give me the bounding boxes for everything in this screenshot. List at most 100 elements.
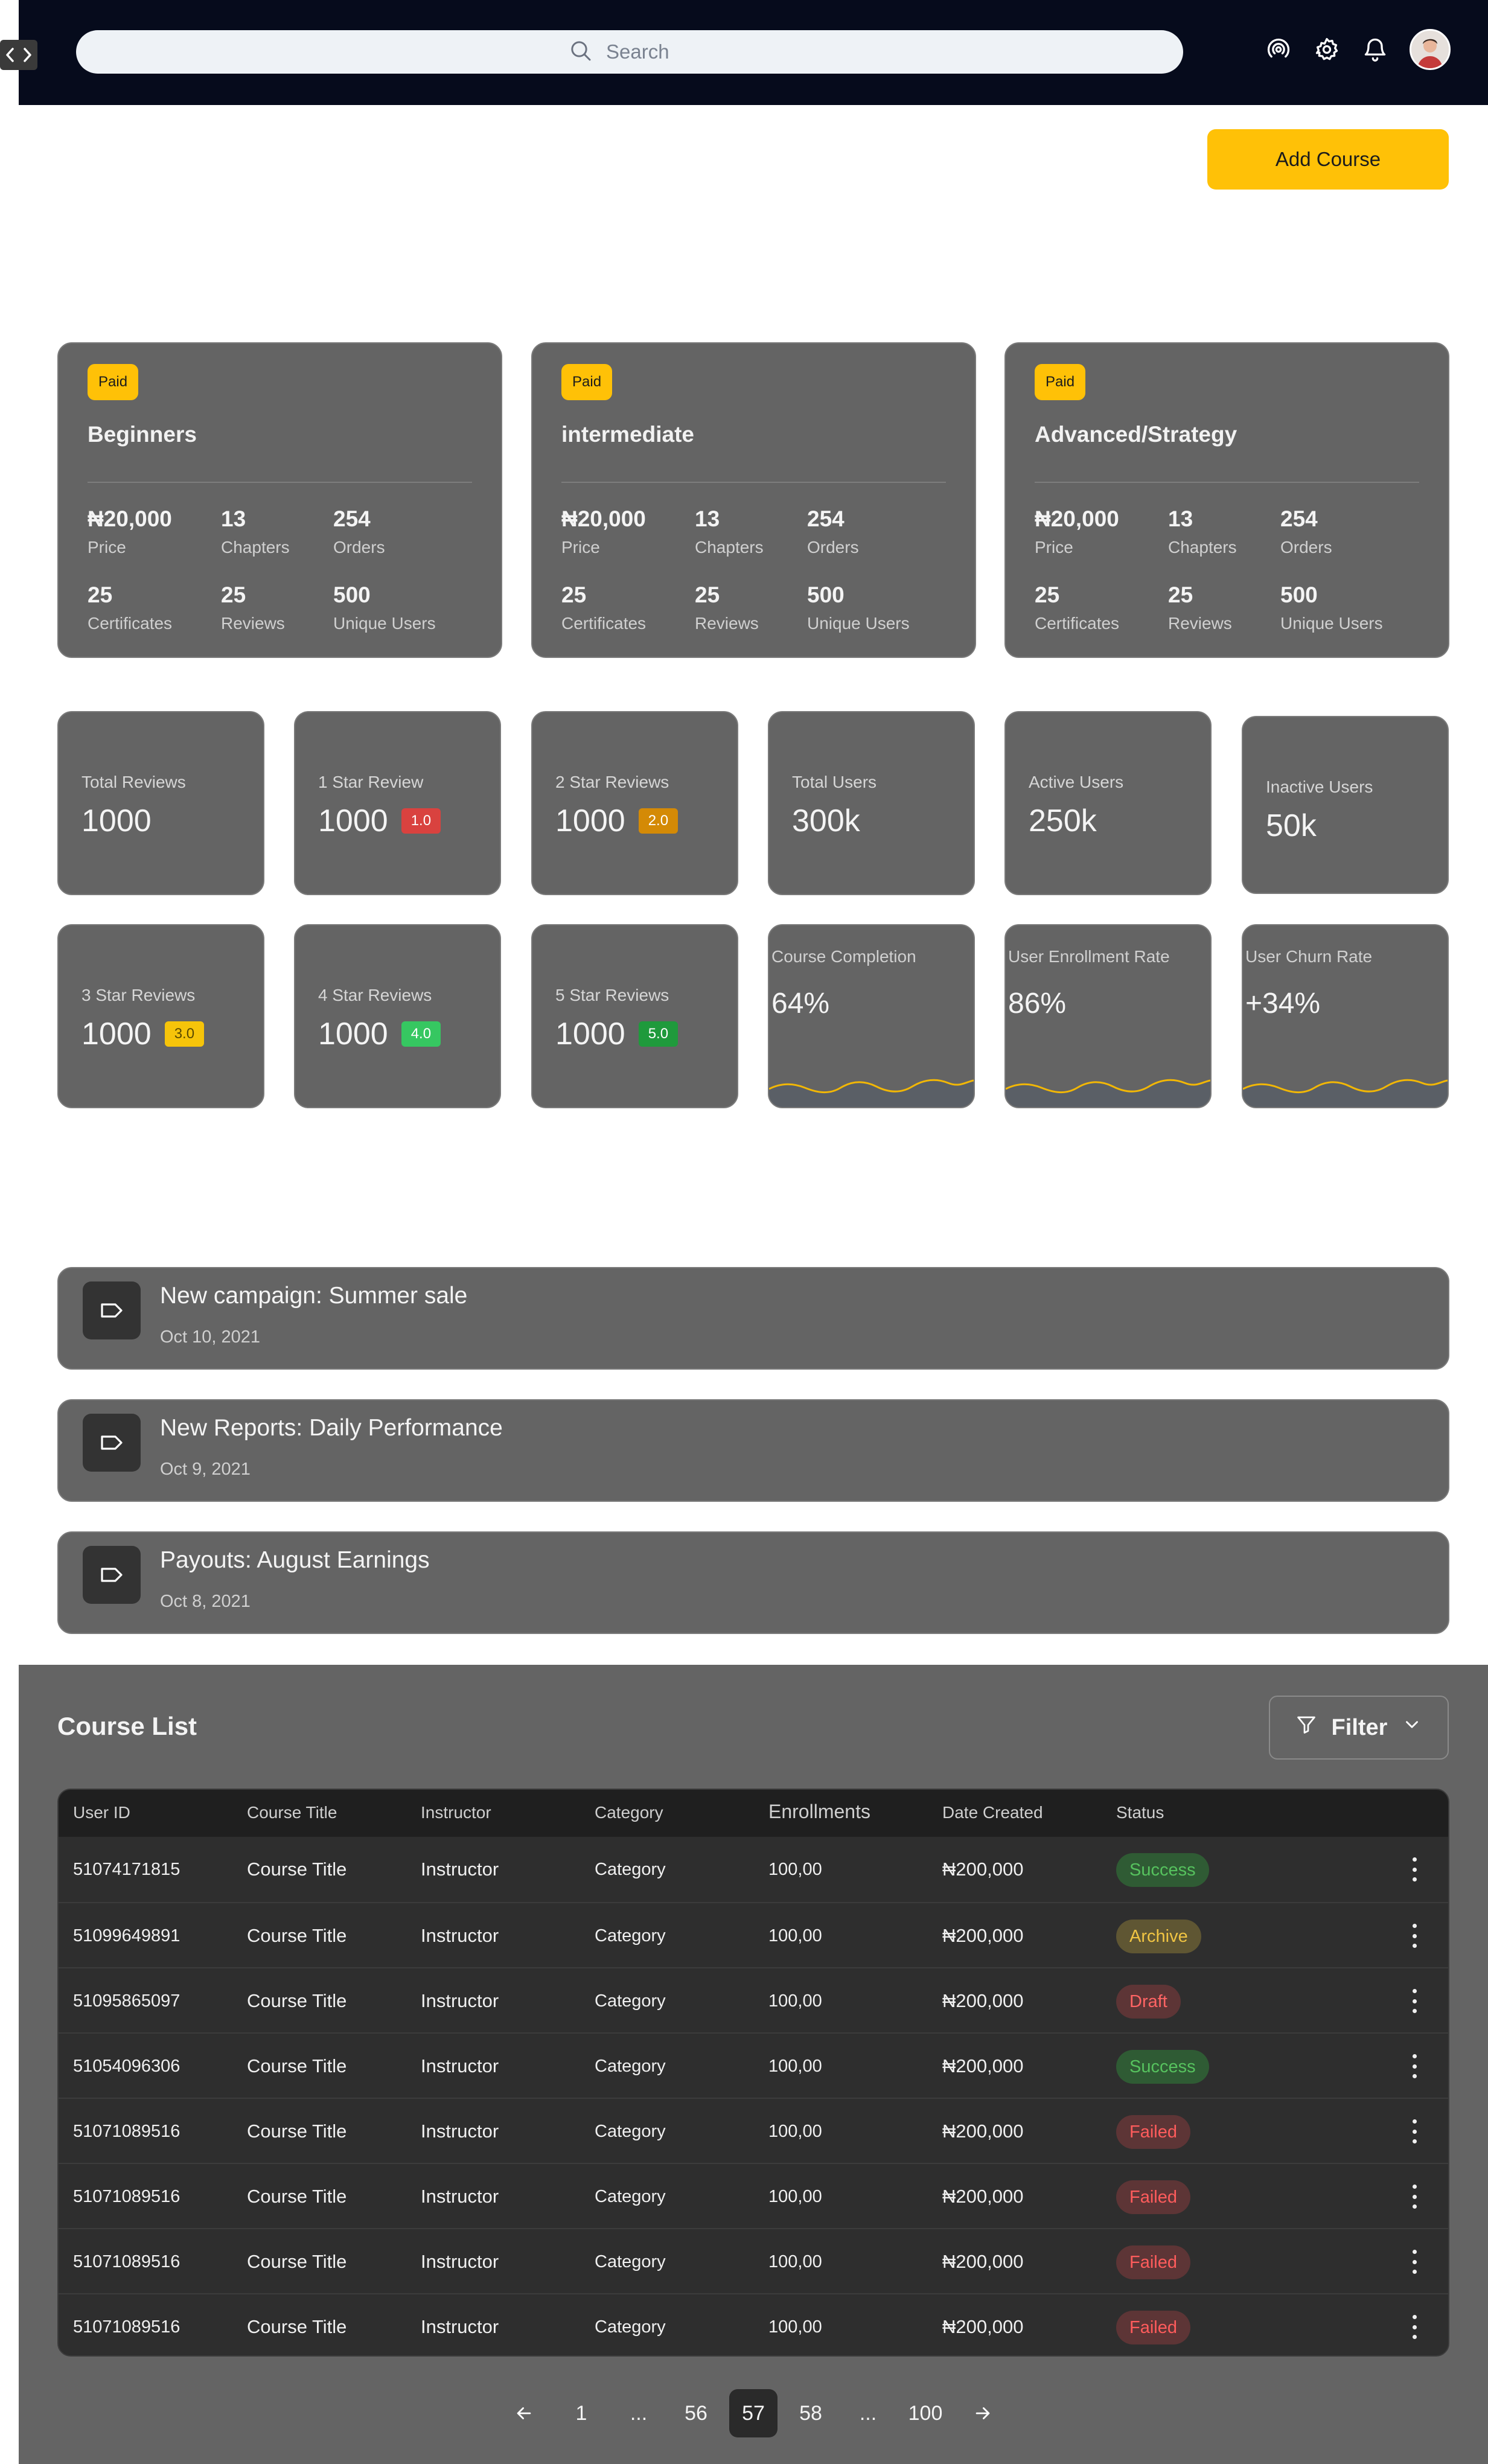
course-card[interactable]: Paid intermediate ₦20,000 Price 13 Chapters 25…: [531, 342, 976, 658]
cell-id: 51071089516: [73, 2317, 180, 2337]
metric-tile[interactable]: Total Reviews 1000: [57, 711, 264, 895]
table-row[interactable]: 51071089516 Course Title Instructor Categor…: [59, 2228, 1448, 2293]
column-header: Instructor: [421, 1803, 491, 1822]
more-options-icon[interactable]: [1411, 1857, 1418, 1882]
notification-item[interactable]: New Reports: Daily Performance Oct 9, 202…: [57, 1399, 1449, 1502]
table-row[interactable]: 51054096306 Course Title Instructor Categor…: [59, 2032, 1448, 2098]
page-56[interactable]: 56: [672, 2389, 720, 2437]
more-options-icon[interactable]: [1411, 2250, 1418, 2274]
course-stat: 500 Unique Users: [1280, 582, 1383, 633]
filter-button[interactable]: Filter: [1269, 1696, 1449, 1760]
cell-id: 51071089516: [73, 2187, 180, 2206]
page-1[interactable]: 1: [557, 2389, 605, 2437]
notification-item[interactable]: New campaign: Summer sale Oct 10, 2021: [57, 1267, 1449, 1370]
more-options-icon[interactable]: [1411, 2119, 1418, 2143]
course-stat: 13 Chapters: [221, 506, 290, 557]
cell-category: Category: [595, 2057, 666, 2076]
course-stat: 25 Certificates: [1035, 582, 1119, 633]
search-input[interactable]: [606, 40, 691, 63]
page-58[interactable]: 58: [787, 2389, 835, 2437]
metric-tile[interactable]: 3 Star Reviews 1000 3.0: [57, 924, 264, 1108]
metric-label: Course Completion: [771, 947, 916, 966]
metric-value-row: 1000 2.0: [555, 803, 679, 839]
metric-tile[interactable]: 5 Star Reviews 1000 5.0: [531, 924, 738, 1108]
table-row[interactable]: 51095865097 Course Title Instructor Categor…: [59, 1967, 1448, 2032]
table-header: User ID Course Title Instructor Category Enr…: [59, 1790, 1448, 1837]
course-title: intermediate: [561, 422, 695, 447]
stat-value: ₦20,000: [561, 506, 646, 531]
cell-title: Course Title: [247, 2055, 347, 2076]
add-course-button[interactable]: Add Course: [1207, 129, 1449, 190]
stat-value: 25: [561, 582, 587, 607]
metric-tile[interactable]: Course Completion 64%: [768, 924, 975, 1108]
page-57[interactable]: 57: [729, 2389, 778, 2437]
stat-value: 500: [807, 582, 845, 607]
course-stat: 25 Certificates: [88, 582, 172, 633]
metric-tile[interactable]: Active Users 250k: [1004, 711, 1212, 895]
divider: [561, 482, 946, 483]
metric-tile[interactable]: 4 Star Reviews 1000 4.0: [294, 924, 501, 1108]
avatar[interactable]: [1410, 29, 1451, 70]
more-options-icon[interactable]: [1411, 2315, 1418, 2339]
metric-tile[interactable]: 1 Star Review 1000 1.0: [294, 711, 501, 895]
table-row[interactable]: 51071089516 Course Title Instructor Categor…: [59, 2163, 1448, 2228]
cell-date: ₦200,000: [942, 1859, 1024, 1880]
notification-title: New campaign: Summer sale: [160, 1283, 468, 1309]
table-row[interactable]: 51071089516 Course Title Instructor Categor…: [59, 2293, 1448, 2355]
broadcast-icon[interactable]: [1265, 36, 1292, 63]
metric-tile[interactable]: 2 Star Reviews 1000 2.0: [531, 711, 738, 895]
divider: [88, 482, 472, 483]
metric-value-row: 1000 5.0: [555, 1016, 679, 1052]
table-row[interactable]: 51074171815 Course Title Instructor Categor…: [59, 1837, 1448, 1902]
stat-label: Chapters: [221, 538, 290, 557]
table-row[interactable]: 51071089516 Course Title Instructor Categor…: [59, 2098, 1448, 2163]
gear-icon[interactable]: [1313, 36, 1341, 63]
more-options-icon[interactable]: [1411, 2054, 1418, 2078]
course-title: Beginners: [88, 422, 197, 447]
rating-badge: 5.0: [638, 1021, 679, 1047]
metric-tile[interactable]: User Churn Rate +34%: [1242, 924, 1449, 1108]
course-card[interactable]: Paid Advanced/Strategy ₦20,000 Price 13 Chapt…: [1004, 342, 1449, 658]
metric-tile[interactable]: Total Users 300k: [768, 711, 975, 895]
metric-tile[interactable]: User Enrollment Rate 86%: [1004, 924, 1212, 1108]
divider: [1035, 482, 1419, 483]
stat-label: Certificates: [561, 614, 647, 633]
course-card[interactable]: Paid Beginners ₦20,000 Price 13 Chapters 254 Or…: [57, 342, 502, 658]
course-stat: 13 Chapters: [695, 506, 764, 557]
stat-value: 13: [221, 506, 246, 531]
cell-category: Category: [595, 1926, 666, 1945]
metric-tile[interactable]: Inactive Users 50k: [1242, 716, 1449, 894]
sidebar-toggle-button[interactable]: [0, 40, 37, 70]
notification-item[interactable]: Payouts: August Earnings Oct 8, 2021: [57, 1531, 1449, 1634]
table-row[interactable]: 51099649891 Course Title Instructor Categor…: [59, 1902, 1448, 1967]
metric-label: User Enrollment Rate: [1008, 947, 1170, 966]
rating-badge: 3.0: [164, 1021, 205, 1047]
search-bar[interactable]: [76, 30, 1183, 74]
stat-value: 13: [1168, 506, 1193, 531]
tag-icon: [83, 1546, 141, 1604]
more-options-icon[interactable]: [1411, 2185, 1418, 2209]
bell-icon[interactable]: [1361, 36, 1389, 63]
cell-enrollments: 100,00: [768, 2187, 822, 2206]
tag-icon: [83, 1281, 141, 1339]
more-options-icon[interactable]: [1411, 1924, 1418, 1948]
cell-id: 51099649891: [73, 1926, 180, 1945]
metric-value-row: 300k: [792, 803, 860, 839]
course-stat: 25 Reviews: [221, 582, 285, 633]
metric-label: User Churn Rate: [1245, 947, 1373, 966]
arrow-left-icon[interactable]: [500, 2389, 548, 2437]
notification-title: New Reports: Daily Performance: [160, 1415, 503, 1441]
cell-enrollments: 100,00: [768, 2252, 822, 2271]
metric-label: Inactive Users: [1266, 777, 1373, 796]
notification-date: Oct 8, 2021: [160, 1592, 251, 1611]
column-header: Course Title: [247, 1803, 337, 1822]
page-100[interactable]: 100: [901, 2389, 950, 2437]
stat-value: ₦20,000: [88, 506, 172, 531]
stat-value: 25: [1035, 582, 1060, 607]
filter-label: Filter: [1331, 1714, 1388, 1740]
metric-label: 1 Star Review: [318, 773, 424, 791]
arrow-right-icon[interactable]: [959, 2389, 1007, 2437]
stat-label: Orders: [1280, 538, 1332, 557]
more-options-icon[interactable]: [1411, 1989, 1418, 2013]
course-list-title: Course List: [57, 1712, 197, 1740]
